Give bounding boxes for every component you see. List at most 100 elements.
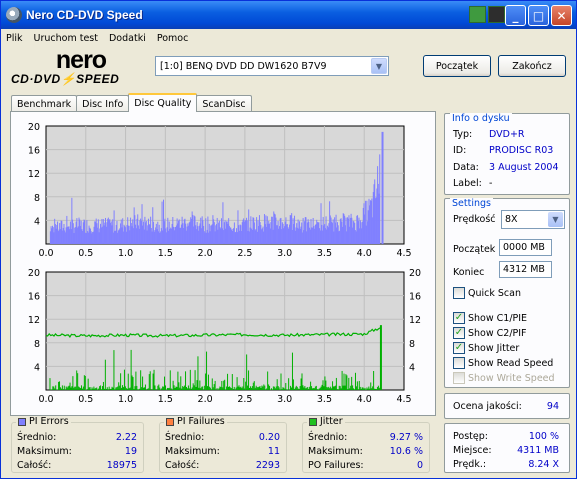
title-bar: Nero CD-DVD Speed _ □ ✕ <box>1 1 576 29</box>
jitter-avg: 9.27 % <box>389 432 423 443</box>
show-jitter-checkbox[interactable]: ✓ Show Jitter <box>453 342 519 354</box>
x-tick-label: 1.5 <box>158 394 173 405</box>
pi-errors-total-label: Całość: <box>17 460 52 471</box>
po-failures-value: 0 <box>416 460 423 471</box>
type-value: DVD+R <box>489 129 525 140</box>
y-tick-label-right: 12 <box>409 315 421 326</box>
y-tick-label: 16 <box>28 292 40 303</box>
pi-errors-chart: 0.0 0.5 1.0 1.5 2.0 2.5 3.0 3.5 4.0 4.548121620 <box>28 122 412 259</box>
window-title: Nero CD-DVD Speed <box>26 8 143 22</box>
pi-errors-title-text: PI Errors <box>29 416 69 427</box>
checkbox-box[interactable] <box>453 287 465 299</box>
jitter-avg-label: Średnio: <box>308 432 348 443</box>
x-tick-label: 3.0 <box>277 394 292 405</box>
start-label: Początek <box>453 244 496 255</box>
checkmark-icon[interactable]: ✓ <box>453 342 465 354</box>
progress-panel: Postęp: 100 % Miejsce: 4311 MB Prędk.: 8… <box>444 423 570 473</box>
chevron-down-icon[interactable]: ▼ <box>371 58 387 74</box>
disc-info-panel: Info o dysku Typ: DVD+R ID: PRODISC R03 … <box>444 113 570 195</box>
tab-bar: Benchmark Disc Info Disc Quality ScanDis… <box>11 93 252 112</box>
speed-select[interactable]: 8X ▼ <box>501 210 565 229</box>
pi-errors-max-label: Maksimum: <box>17 446 72 457</box>
pi-failures-title-text: PI Failures <box>177 416 225 427</box>
y-tick-label: 4 <box>34 362 40 373</box>
tab-benchmark[interactable]: Benchmark <box>11 95 78 112</box>
end-input[interactable]: 4312 MB <box>499 261 552 278</box>
tab-disc-quality[interactable]: Disc Quality <box>128 93 198 112</box>
id-label: ID: <box>453 145 467 156</box>
x-tick-label: 0.5 <box>78 394 93 405</box>
tab-scandisc[interactable]: ScanDisc <box>196 95 252 112</box>
quick-scan-label: Quick Scan <box>468 287 521 299</box>
type-label: Typ: <box>453 129 473 140</box>
checkbox-box[interactable] <box>453 357 465 369</box>
show-c2-checkbox[interactable]: ✓ Show C2/PIF <box>453 327 527 339</box>
menu-help[interactable]: Pomoc <box>157 33 189 44</box>
x-tick-label: 4.0 <box>357 394 372 405</box>
tray-app-icon-2[interactable] <box>488 6 505 23</box>
jitter-legend-swatch <box>309 417 317 426</box>
show-c1-checkbox[interactable]: ✓ Show C1/PIE <box>453 312 527 324</box>
y-tick-label: 20 <box>28 268 40 279</box>
show-write-speed-label: Show Write Speed <box>468 372 555 384</box>
pi-errors-title: PI Errors <box>16 416 71 427</box>
pi-errors-avg-label: Średnio: <box>17 432 57 443</box>
pi-failures-avg: 0.20 <box>258 432 280 443</box>
menu-run-test[interactable]: Uruchom test <box>34 33 98 44</box>
pi-failures-jitter-chart: 0.0 0.5 1.0 1.5 2.0 2.5 3.0 3.5 4.0 4.5 4 8 12 16 20 4 8… <box>28 268 421 405</box>
start-input[interactable]: 0000 MB <box>499 239 552 256</box>
jitter-stats: Jitter Średnio: 9.27 % Maksimum: 10.6 % … <box>302 416 430 473</box>
start-button[interactable]: Początek <box>423 55 491 77</box>
quick-scan-checkbox[interactable]: Quick Scan <box>453 287 521 299</box>
pi-failures-stats: PI Failures Średnio: 0.20 Maksimum: 11 C… <box>159 416 287 473</box>
speed-select-value: 8X <box>505 214 518 225</box>
chevron-down-icon[interactable]: ▼ <box>548 212 563 227</box>
jitter-max: 10.6 % <box>389 446 423 457</box>
settings-title: Settings <box>450 198 493 209</box>
pi-errors-stats: PI Errors Średnio: 2.22 Maksimum: 19 Cał… <box>11 416 144 473</box>
y-tick-label: 8 <box>34 339 40 350</box>
checkmark-icon[interactable]: ✓ <box>453 312 465 324</box>
settings-panel: Settings Prędkość 8X ▼ Początek 0000 MB … <box>444 198 570 388</box>
minimize-button[interactable]: _ <box>505 5 526 26</box>
app-window: Nero CD-DVD Speed _ □ ✕ Plik Uruchom tes… <box>0 0 577 479</box>
menu-file[interactable]: Plik <box>6 33 23 44</box>
menu-extras[interactable]: Dodatki <box>109 33 146 44</box>
date-value: 3 August 2004 <box>489 162 559 173</box>
pi-failures-title: PI Failures <box>164 416 227 427</box>
exit-button[interactable]: Zakończ <box>498 55 566 77</box>
speed-label: Prędkość <box>453 214 496 225</box>
position-value: 4311 MB <box>517 445 559 456</box>
menu-bar: Plik Uruchom test Dodatki Pomoc <box>2 29 575 47</box>
x-tick-label: 1.0 <box>118 394 133 405</box>
quality-panel: Ocena jakości: 94 <box>444 393 570 419</box>
maximize-button[interactable]: □ <box>528 5 549 26</box>
pi-failures-total-label: Całość: <box>165 460 200 471</box>
y-tick-label-right: 4 <box>409 362 415 373</box>
read-speed-label: Prędk.: <box>453 459 487 470</box>
checkmark-icon[interactable]: ✓ <box>453 327 465 339</box>
close-button[interactable]: ✕ <box>551 5 572 26</box>
tab-disc-info[interactable]: Disc Info <box>76 95 130 112</box>
y-tick-label-right: 16 <box>409 292 421 303</box>
y-tick-label: 16 <box>28 146 40 157</box>
x-tick-label: 0.0 <box>38 394 53 405</box>
pi-errors-avg: 2.22 <box>115 432 137 443</box>
label-label: Label: <box>453 178 482 189</box>
pi-failures-total: 2293 <box>255 460 280 471</box>
checkbox-box <box>453 372 465 384</box>
show-c1-label: Show C1/PIE <box>468 312 528 324</box>
disc-info-title: Info o dysku <box>450 113 512 124</box>
show-read-speed-checkbox[interactable]: Show Read Speed <box>453 357 553 369</box>
show-read-speed-label: Show Read Speed <box>468 357 554 369</box>
drive-select[interactable]: [1:0] BENQ DVD DD DW1620 B7V9 ▼ <box>155 56 389 76</box>
show-c2-label: Show C2/PIF <box>468 327 527 339</box>
plot-area <box>45 271 405 391</box>
read-speed-value: 8.24 X <box>528 459 559 470</box>
pi-failures-max: 11 <box>267 446 280 457</box>
progress-label: Postęp: <box>453 431 488 442</box>
tray-app-icon[interactable] <box>469 6 486 23</box>
y-tick-label: 12 <box>28 169 40 180</box>
y-tick-label: 4 <box>34 216 40 227</box>
quality-label: Ocena jakości: <box>453 401 522 412</box>
